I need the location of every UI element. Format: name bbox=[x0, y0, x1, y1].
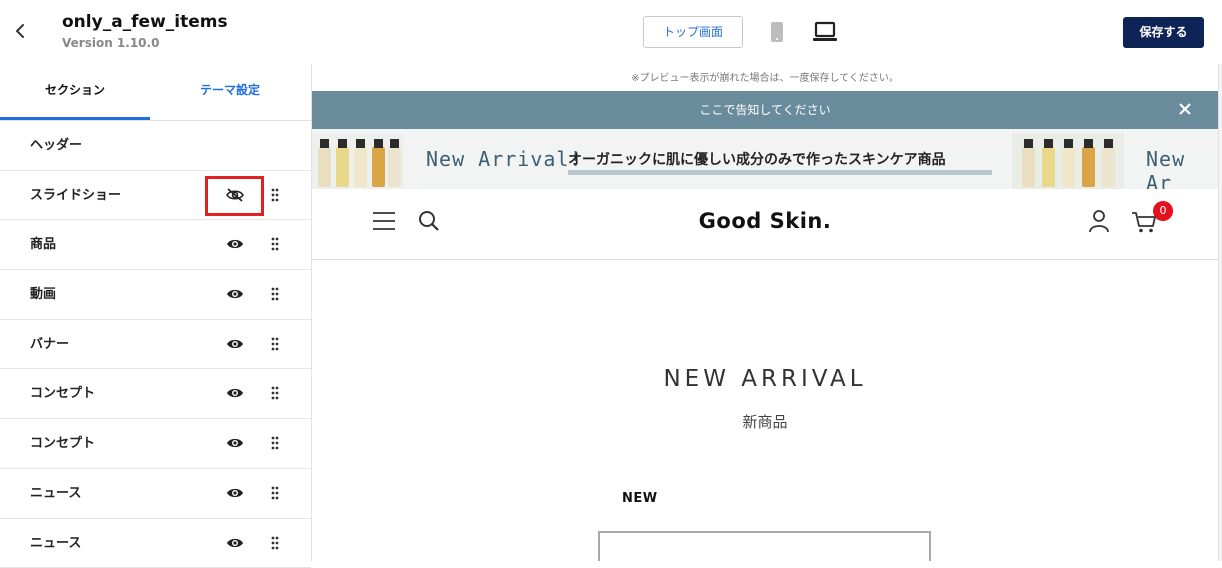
sidebar-item-banner[interactable]: バナー bbox=[0, 320, 311, 370]
sidebar-item-video[interactable]: 動画 bbox=[0, 270, 311, 320]
drag-handle-icon[interactable] bbox=[270, 337, 280, 351]
sidebar-item-label: コンセプト bbox=[30, 369, 95, 418]
app-version: Version 1.10.0 bbox=[62, 36, 159, 50]
eye-slash-icon[interactable] bbox=[226, 188, 244, 202]
sidebar-item-label: コンセプト bbox=[30, 419, 95, 468]
laptop-icon[interactable] bbox=[812, 21, 838, 43]
app-title: only_a_few_items bbox=[62, 12, 228, 32]
user-icon[interactable] bbox=[1088, 209, 1110, 233]
sidebar-item-header[interactable]: ヘッダー bbox=[0, 121, 311, 171]
notice-text: ここで告知してください bbox=[699, 103, 830, 117]
sidebar-item-label: ヘッダー bbox=[30, 121, 82, 170]
sidebar-tabs: セクション テーマ設定 bbox=[0, 64, 311, 121]
drag-handle-icon[interactable] bbox=[270, 188, 280, 202]
drag-handle-icon[interactable] bbox=[270, 436, 280, 450]
banner-title-repeat: New Ar bbox=[1146, 147, 1218, 189]
section-title: NEW ARRIVAL bbox=[312, 366, 1218, 392]
sidebar-item-products[interactable]: 商品 bbox=[0, 220, 311, 270]
banner-title: New Arrival! bbox=[426, 147, 583, 171]
eye-icon[interactable] bbox=[226, 287, 244, 301]
store-header: Good Skin. 0 bbox=[312, 189, 1218, 260]
sidebar-item-label: 動画 bbox=[30, 270, 56, 319]
banner-subtitle: オーガニックに肌に優しい成分のみで作ったスキンケア商品 bbox=[568, 149, 946, 169]
sidebar-item-concept[interactable]: コンセプト bbox=[0, 369, 311, 419]
eye-icon[interactable] bbox=[226, 386, 244, 400]
store-preview: ※プレビュー表示が崩れた場合は、一度保存してください。 ここで告知してください … bbox=[312, 64, 1218, 561]
sidebar-item-slideshow[interactable]: スライドショー bbox=[0, 171, 311, 221]
drag-handle-icon[interactable] bbox=[270, 486, 280, 500]
chevron-left-icon[interactable] bbox=[10, 20, 32, 42]
sidebar-item-label: バナー bbox=[30, 320, 69, 369]
tab-sections[interactable]: セクション bbox=[0, 64, 150, 120]
eye-icon[interactable] bbox=[226, 337, 244, 351]
preview-scrollbar[interactable] bbox=[1218, 64, 1222, 561]
save-button[interactable]: 保存する bbox=[1123, 17, 1204, 48]
store-logo[interactable]: Good Skin. bbox=[312, 209, 1218, 233]
top-screen-button[interactable]: トップ画面 bbox=[643, 16, 743, 48]
product-bottles-image bbox=[1012, 133, 1124, 189]
cart-count-badge: 0 bbox=[1153, 201, 1173, 221]
close-icon[interactable] bbox=[1178, 102, 1192, 116]
drag-handle-icon[interactable] bbox=[270, 287, 280, 301]
notice-bar: ここで告知してください bbox=[312, 91, 1218, 129]
section-subtitle: 新商品 bbox=[312, 411, 1218, 432]
sidebar-item-label: ニュース bbox=[30, 469, 81, 518]
product-card[interactable] bbox=[598, 531, 931, 561]
sidebar-item-label: ニュース bbox=[30, 519, 81, 568]
mobile-icon[interactable] bbox=[770, 21, 784, 43]
eye-icon[interactable] bbox=[226, 237, 244, 251]
tab-theme-settings[interactable]: テーマ設定 bbox=[155, 64, 305, 120]
banner-underline bbox=[568, 170, 992, 175]
eye-icon[interactable] bbox=[226, 486, 244, 500]
product-bottles-image bbox=[312, 133, 404, 189]
top-bar: only_a_few_items Version 1.10.0 トップ画面 保存… bbox=[0, 0, 1222, 64]
drag-handle-icon[interactable] bbox=[270, 237, 280, 251]
new-label: NEW bbox=[622, 491, 658, 506]
drag-handle-icon[interactable] bbox=[270, 536, 280, 550]
eye-icon[interactable] bbox=[226, 536, 244, 550]
sidebar-item-concept[interactable]: コンセプト bbox=[0, 419, 311, 469]
eye-icon[interactable] bbox=[226, 436, 244, 450]
sidebar-item-news[interactable]: ニュース bbox=[0, 469, 311, 519]
sidebar-item-label: 商品 bbox=[30, 220, 56, 269]
preview-note: ※プレビュー表示が崩れた場合は、一度保存してください。 bbox=[312, 64, 1218, 91]
new-arrival-banner[interactable]: New Arrival! オーガニックに肌に優しい成分のみで作ったスキンケア商品… bbox=[312, 129, 1218, 189]
sidebar-item-label: スライドショー bbox=[30, 171, 121, 220]
sections-sidebar: セクション テーマ設定 ヘッダー スライドショー 商品 動画 bbox=[0, 64, 312, 561]
drag-handle-icon[interactable] bbox=[270, 386, 280, 400]
